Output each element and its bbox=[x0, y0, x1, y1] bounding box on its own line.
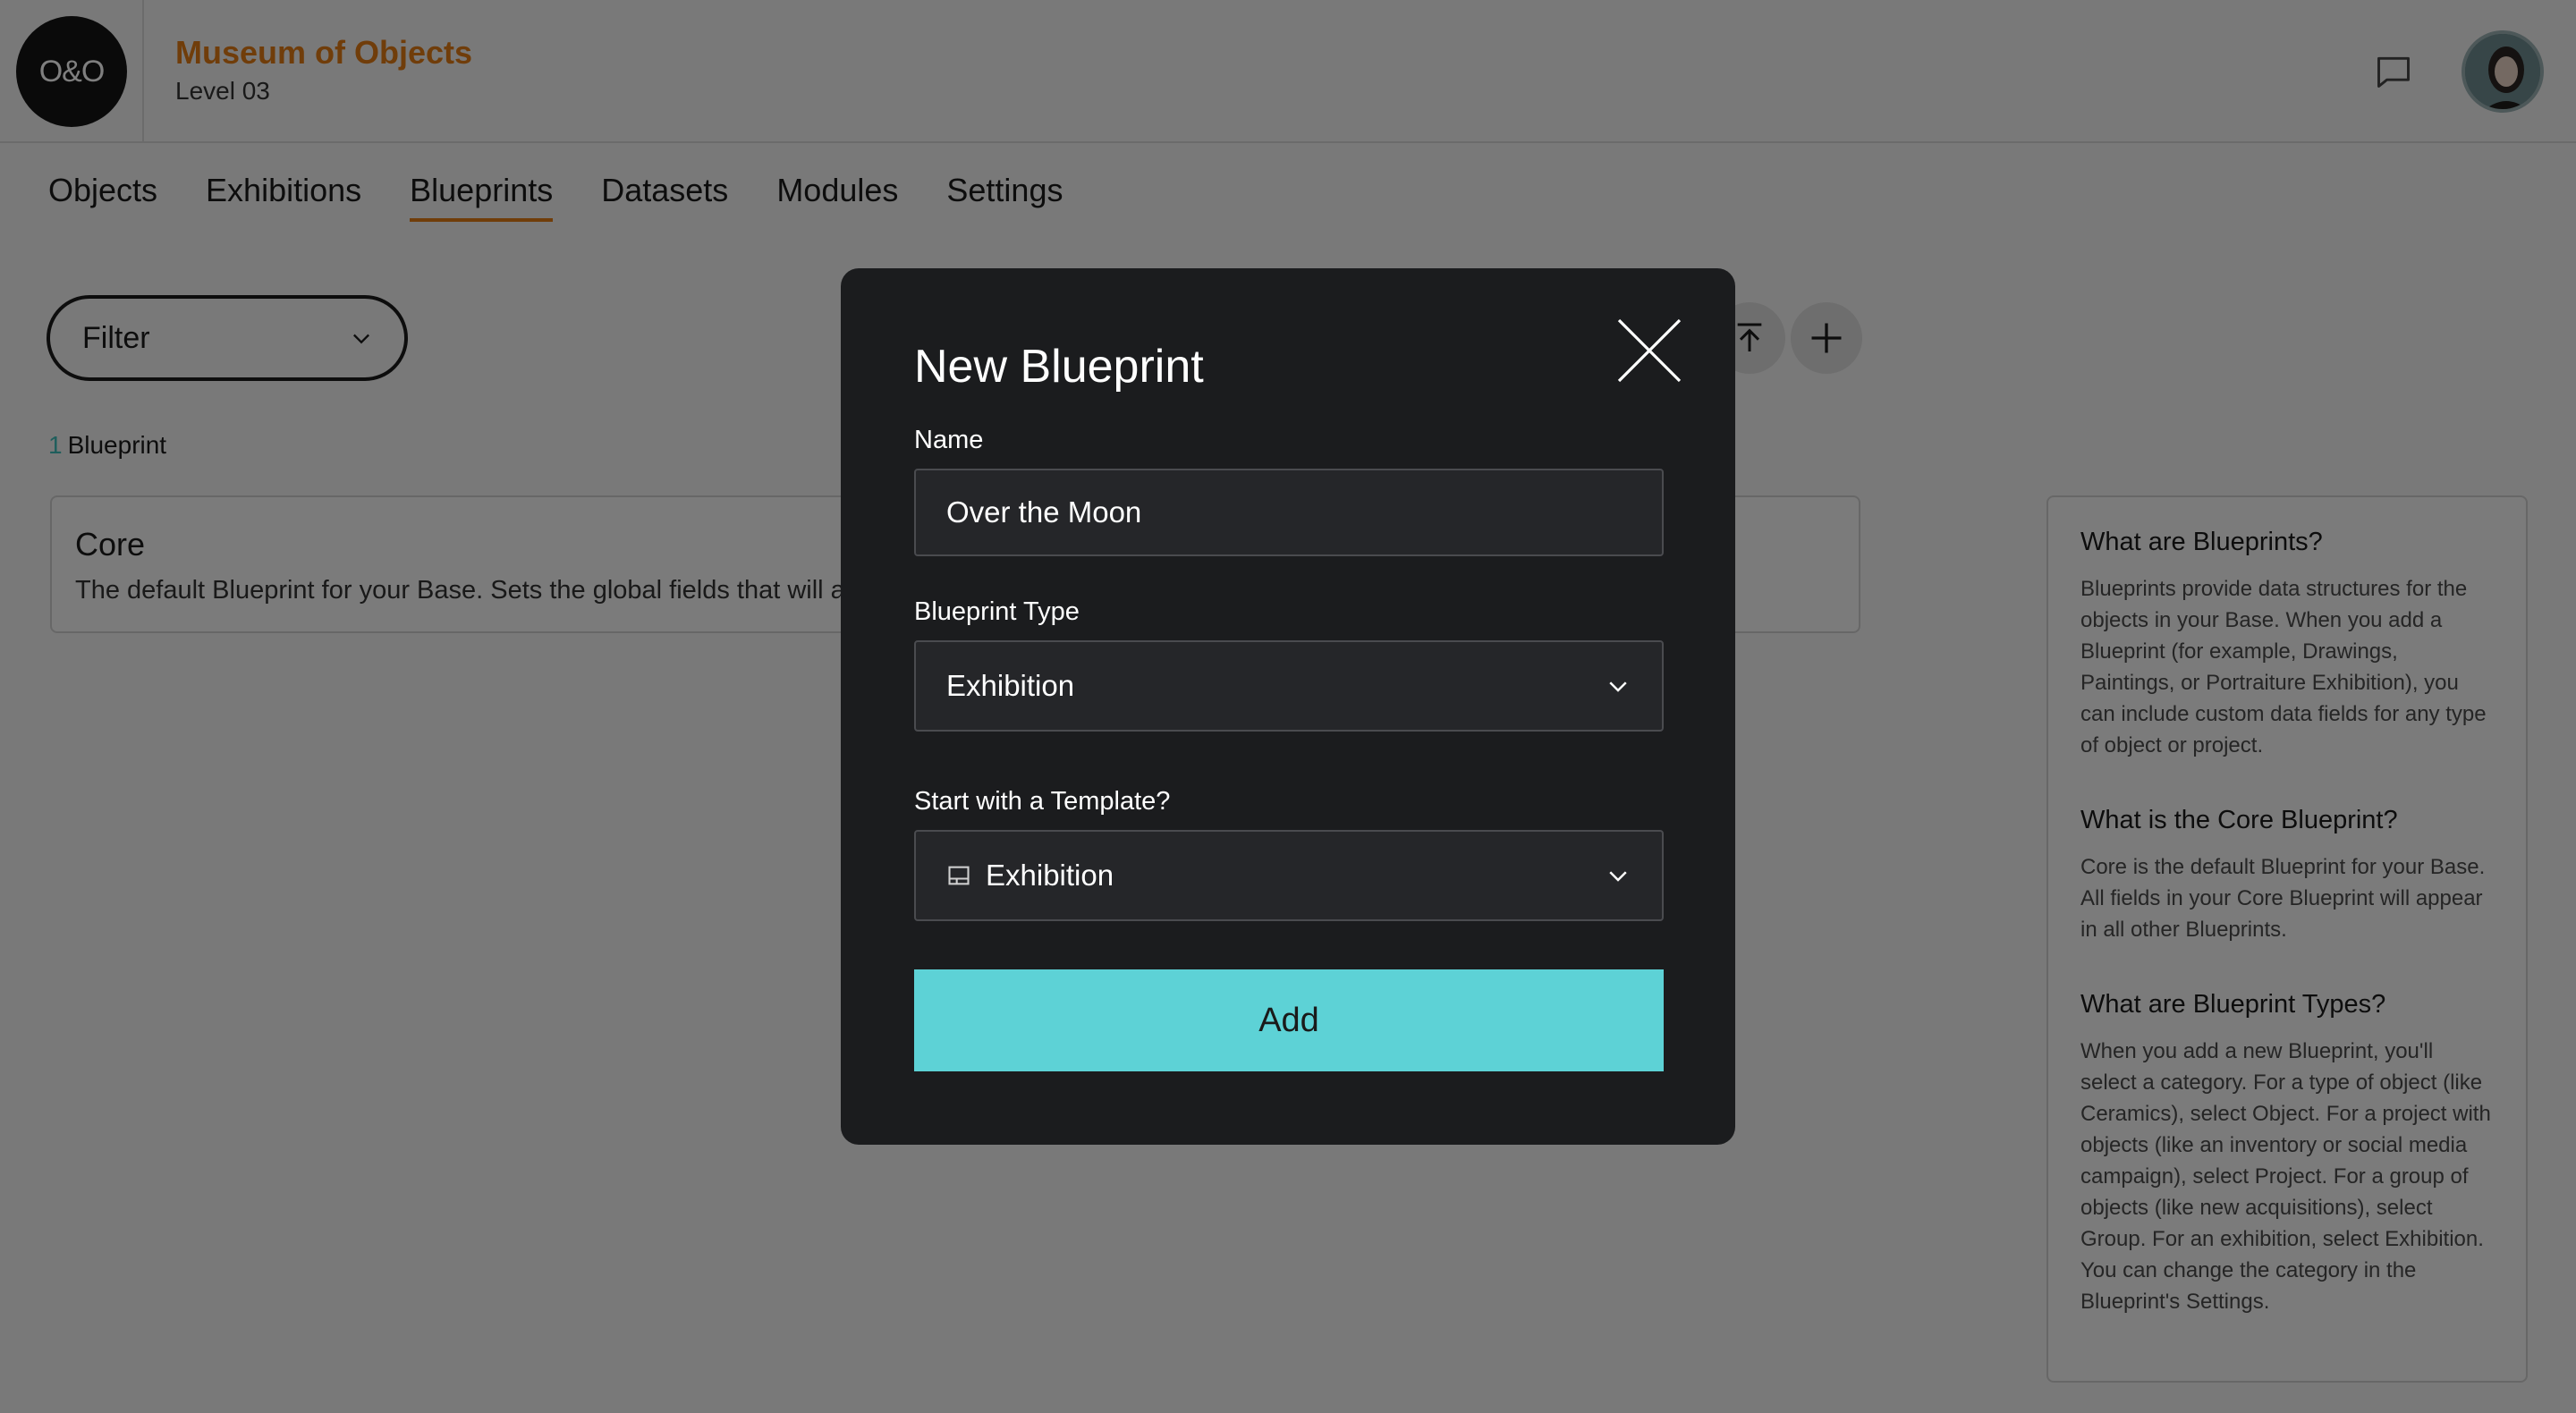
name-input[interactable] bbox=[946, 495, 1631, 529]
blueprint-type-select[interactable]: Exhibition bbox=[914, 640, 1664, 732]
name-label: Name bbox=[914, 426, 984, 454]
layout-icon bbox=[948, 866, 970, 885]
close-icon bbox=[1617, 318, 1682, 383]
new-blueprint-modal: New Blueprint Name Blueprint Type Exhibi… bbox=[841, 268, 1735, 1145]
template-value: Exhibition bbox=[986, 859, 1114, 892]
page: O&O Museum of Objects Level 03 Objects E… bbox=[0, 0, 2576, 1413]
name-field[interactable] bbox=[914, 469, 1664, 556]
blueprint-type-value: Exhibition bbox=[946, 669, 1075, 702]
modal-title: New Blueprint bbox=[914, 341, 1204, 393]
blueprint-type-label: Blueprint Type bbox=[914, 597, 1080, 626]
chevron-down-icon bbox=[1609, 681, 1627, 692]
template-selected: Exhibition bbox=[946, 859, 1114, 893]
template-label: Start with a Template? bbox=[914, 787, 1171, 816]
add-button[interactable]: Add bbox=[914, 969, 1664, 1071]
template-select[interactable]: Exhibition bbox=[914, 830, 1664, 921]
close-button[interactable] bbox=[1612, 313, 1687, 388]
chevron-down-icon bbox=[1609, 871, 1627, 882]
